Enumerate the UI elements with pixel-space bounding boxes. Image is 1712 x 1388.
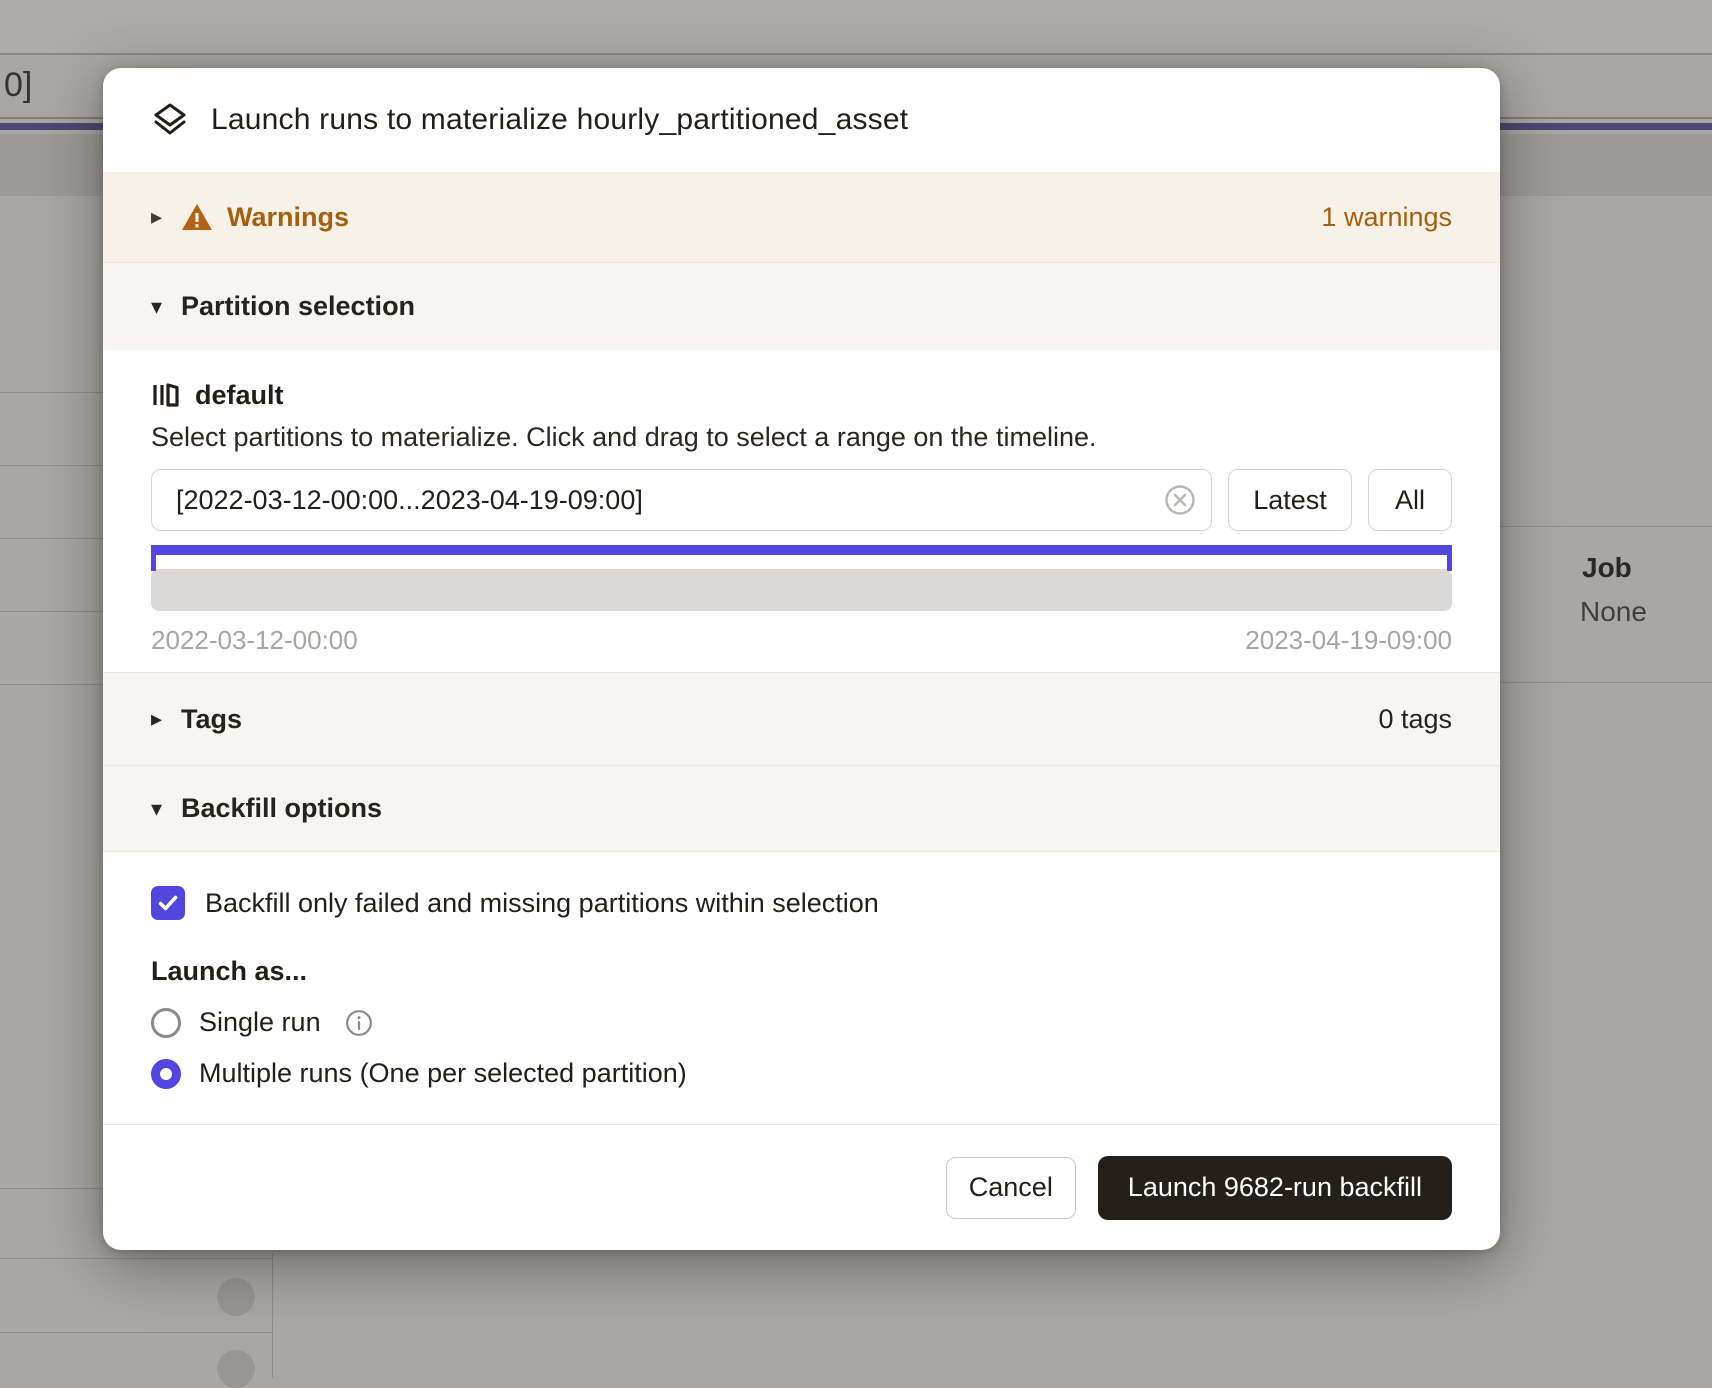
background-column-line xyxy=(272,1254,273,1378)
circle-x-icon xyxy=(1164,484,1196,516)
single-run-radio[interactable] xyxy=(151,1008,181,1038)
cancel-button[interactable]: Cancel xyxy=(946,1157,1076,1219)
checkmark-icon xyxy=(156,891,180,915)
all-button[interactable]: All xyxy=(1368,469,1452,531)
launch-backfill-dialog: Launch runs to materialize hourly_partit… xyxy=(103,68,1500,1250)
partition-selection-toggle[interactable]: ▾ Partition selection xyxy=(103,262,1500,350)
background-table-header-line xyxy=(1500,526,1712,527)
launch-as-label: Launch as... xyxy=(151,956,1452,987)
background-row-line xyxy=(0,1188,103,1189)
dialog-header: Launch runs to materialize hourly_partit… xyxy=(103,68,1500,172)
chevron-right-icon: ▸ xyxy=(151,706,181,732)
partition-dimension-row: default xyxy=(151,378,1452,412)
background-row-line xyxy=(0,1258,272,1259)
multiple-runs-label: Multiple runs (One per selected partitio… xyxy=(199,1058,687,1089)
background-row-line xyxy=(0,1332,272,1333)
background-row-line xyxy=(0,465,103,466)
background-status-dot xyxy=(217,1350,255,1388)
tags-section-toggle[interactable]: ▸ Tags 0 tags xyxy=(103,672,1500,765)
partition-range-input-wrap xyxy=(151,469,1212,531)
chevron-down-icon: ▾ xyxy=(151,796,181,822)
background-row-line xyxy=(1500,682,1712,683)
dialog-footer: Cancel Launch 9682-run backfill xyxy=(103,1124,1500,1250)
multiple-runs-option: Multiple runs (One per selected partitio… xyxy=(151,1058,1452,1089)
partition-range-input[interactable] xyxy=(151,469,1212,531)
clear-selection-button[interactable] xyxy=(1164,484,1196,516)
partition-selection-body: default Select partitions to materialize… xyxy=(103,350,1500,672)
tags-header: Tags xyxy=(181,704,242,735)
background-row-line xyxy=(0,392,103,393)
background-row-line xyxy=(0,538,103,539)
single-run-option: Single run xyxy=(151,1007,1452,1038)
partition-set-icon xyxy=(151,380,181,410)
tags-count: 0 tags xyxy=(1378,704,1452,735)
background-row-line xyxy=(0,611,103,612)
warnings-count: 1 warnings xyxy=(1321,202,1452,233)
chevron-down-icon: ▾ xyxy=(151,294,181,320)
warnings-label: Warnings xyxy=(227,202,349,233)
partition-dimension-name: default xyxy=(195,380,284,411)
single-run-label: Single run xyxy=(199,1007,321,1038)
materialize-layers-icon xyxy=(151,101,189,139)
timeline-labels: 2022-03-12-00:00 2023-04-19-09:00 xyxy=(151,625,1452,656)
timeline-start-label: 2022-03-12-00:00 xyxy=(151,625,358,656)
background-top-toolbar xyxy=(0,0,1712,55)
backfill-only-failed-row: Backfill only failed and missing partiti… xyxy=(151,886,1452,920)
partition-selection-description: Select partitions to materialize. Click … xyxy=(151,422,1452,453)
page: { "background": { "partial_text_top_left… xyxy=(0,0,1712,1378)
selection-range-indicator xyxy=(151,545,1452,555)
chevron-right-icon: ▸ xyxy=(151,204,181,230)
backfill-only-failed-label: Backfill only failed and missing partiti… xyxy=(205,888,879,919)
backfill-options-toggle[interactable]: ▾ Backfill options xyxy=(103,765,1500,852)
partition-timeline[interactable] xyxy=(151,569,1452,611)
launch-backfill-button[interactable]: Launch 9682-run backfill xyxy=(1098,1156,1452,1220)
backfill-options-header: Backfill options xyxy=(181,793,382,824)
background-row-line xyxy=(0,684,103,685)
latest-button[interactable]: Latest xyxy=(1228,469,1352,531)
info-circle-icon[interactable] xyxy=(345,1009,373,1037)
dialog-title: Launch runs to materialize hourly_partit… xyxy=(211,103,908,137)
warnings-section-toggle[interactable]: ▸ Warnings 1 warnings xyxy=(103,172,1500,262)
partition-input-row: Latest All xyxy=(151,469,1452,531)
partition-selection-header: Partition selection xyxy=(181,291,415,322)
background-partial-text: 0] xyxy=(4,66,32,105)
multiple-runs-radio[interactable] xyxy=(151,1059,181,1089)
timeline-end-label: 2023-04-19-09:00 xyxy=(1245,625,1452,656)
background-job-column-value: None xyxy=(1580,596,1647,628)
backfill-only-failed-checkbox[interactable] xyxy=(151,886,185,920)
warning-triangle-icon xyxy=(181,202,213,232)
background-status-dot xyxy=(217,1278,255,1316)
backfill-options-body: Backfill only failed and missing partiti… xyxy=(103,852,1500,1124)
background-job-column-header: Job xyxy=(1582,552,1632,584)
